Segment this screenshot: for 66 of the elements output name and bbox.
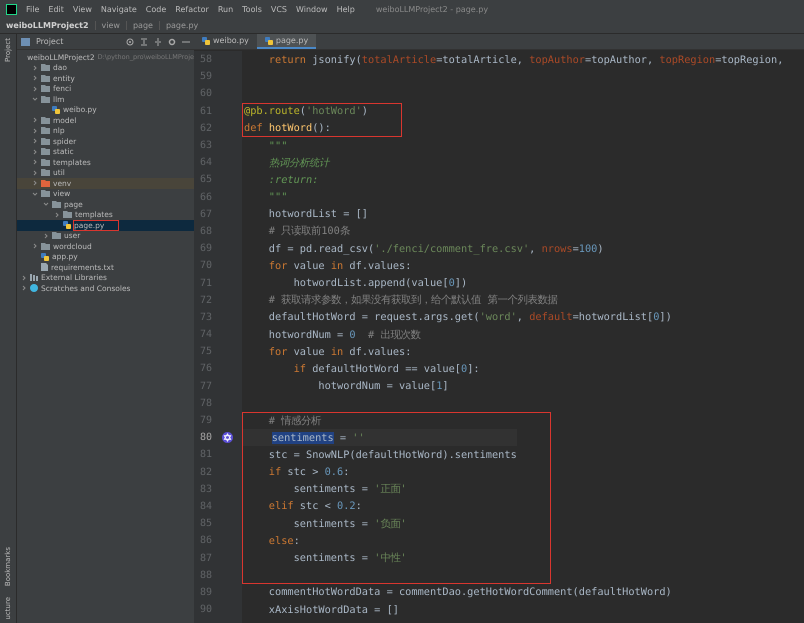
code-line: @pb.route('hotWord') xyxy=(243,104,368,120)
breadcrumb-item[interactable]: page xyxy=(132,21,153,30)
code-line: sentiments = '负面' xyxy=(292,516,408,532)
code-line: """ xyxy=(268,190,288,206)
menu-item[interactable]: Tools xyxy=(242,4,262,14)
menu-item[interactable]: Run xyxy=(218,4,234,14)
python-file-icon xyxy=(202,36,210,44)
menu-item[interactable]: View xyxy=(72,4,92,14)
code-line: if stc > 0.6: xyxy=(268,465,350,480)
menu-item[interactable]: Window xyxy=(296,4,328,14)
code-line: stc = SnowNLP(defaultHotWord).sentiments xyxy=(268,448,517,463)
menu-item[interactable]: Navigate xyxy=(100,4,137,14)
code-line: # 情感分析 xyxy=(268,414,322,429)
editor-tab[interactable]: page.py xyxy=(256,34,316,49)
minimize-icon[interactable] xyxy=(182,40,190,42)
menu-item[interactable]: Refactor xyxy=(175,4,209,14)
menu-item[interactable]: Code xyxy=(146,4,166,14)
window-title: weiboLLMProject2 - page.py xyxy=(376,4,488,14)
menu-item[interactable]: Edit xyxy=(48,4,64,14)
project-view-icon xyxy=(21,38,30,46)
code-line: # 只读取前100条 xyxy=(268,224,351,240)
expand-all-icon[interactable] xyxy=(154,38,162,46)
python-file-icon xyxy=(52,106,60,114)
settings-icon[interactable] xyxy=(168,38,176,46)
code-line: defaultHotWord = request.args.get('word', default=hotwordList[0]) xyxy=(268,310,673,326)
code-line: sentiments = '正面' xyxy=(292,482,408,498)
python-file-icon xyxy=(63,221,71,230)
code-line: for value in df.values: xyxy=(268,258,412,274)
collapse-all-icon[interactable] xyxy=(140,38,148,46)
chevron-down-icon[interactable] xyxy=(32,96,38,102)
code-line: :return: xyxy=(268,172,320,188)
code-line: return jsonify(totalArticle=totalArticle, topAuthor=topAuthor, topRegion=topRegion, xyxy=(268,52,784,68)
code-line: 热词分析统计 xyxy=(268,156,332,171)
code-line: df = pd.read_csv('./fenci/comment_fre.csv', nrows=100) xyxy=(268,242,605,257)
code-line: hotwordNum = value[1] xyxy=(317,379,450,394)
breadcrumb-item[interactable]: view xyxy=(102,21,120,30)
scratch-icon xyxy=(30,284,38,292)
code-line: elif stc < 0.2: xyxy=(268,499,363,514)
text-file-icon xyxy=(41,263,48,272)
code-line: hotwordList = [] xyxy=(268,207,369,222)
breadcrumb-item[interactable]: weiboLLMProject2 xyxy=(6,21,89,30)
code-line: xAxisHotWordData = [] xyxy=(268,602,400,618)
code-line: commentHotWordData = commentDao.getHotWordComment(defaultHotWord) xyxy=(268,585,673,600)
code-line: if defaultHotWord == value[0]: xyxy=(292,362,481,377)
code-line: def hotWord(): xyxy=(243,121,332,136)
library-icon xyxy=(30,274,38,282)
app-logo-icon xyxy=(6,4,17,14)
code-line: else: xyxy=(268,534,301,549)
line-number: 80 xyxy=(200,432,214,444)
panel-title[interactable]: Project xyxy=(36,37,120,46)
code-line: for value in df.values: xyxy=(268,344,412,360)
breadcrumb-item[interactable]: page.py xyxy=(166,21,198,30)
code-line: # 获取请求参数，如果没有获取到，给个默认值 第一个列表数据 xyxy=(268,293,558,308)
menu-item[interactable]: VCS xyxy=(270,4,288,14)
python-file-icon xyxy=(264,36,273,44)
menu-item[interactable]: File xyxy=(26,4,40,14)
locate-icon[interactable] xyxy=(126,38,134,46)
code-line: """ xyxy=(268,138,288,154)
editor-tab[interactable]: weibo.py xyxy=(194,34,257,49)
code-line: hotwordNum = 0 # 出现次数 xyxy=(268,328,422,343)
python-file-icon xyxy=(41,252,49,261)
menu-item[interactable]: Help xyxy=(336,4,355,14)
code-line: sentiments = '中性' xyxy=(292,551,408,566)
code-line: hotwordList.append(value[0]) xyxy=(292,276,468,292)
chevron-right-icon[interactable] xyxy=(54,212,60,218)
star-of-david-icon xyxy=(222,432,233,444)
